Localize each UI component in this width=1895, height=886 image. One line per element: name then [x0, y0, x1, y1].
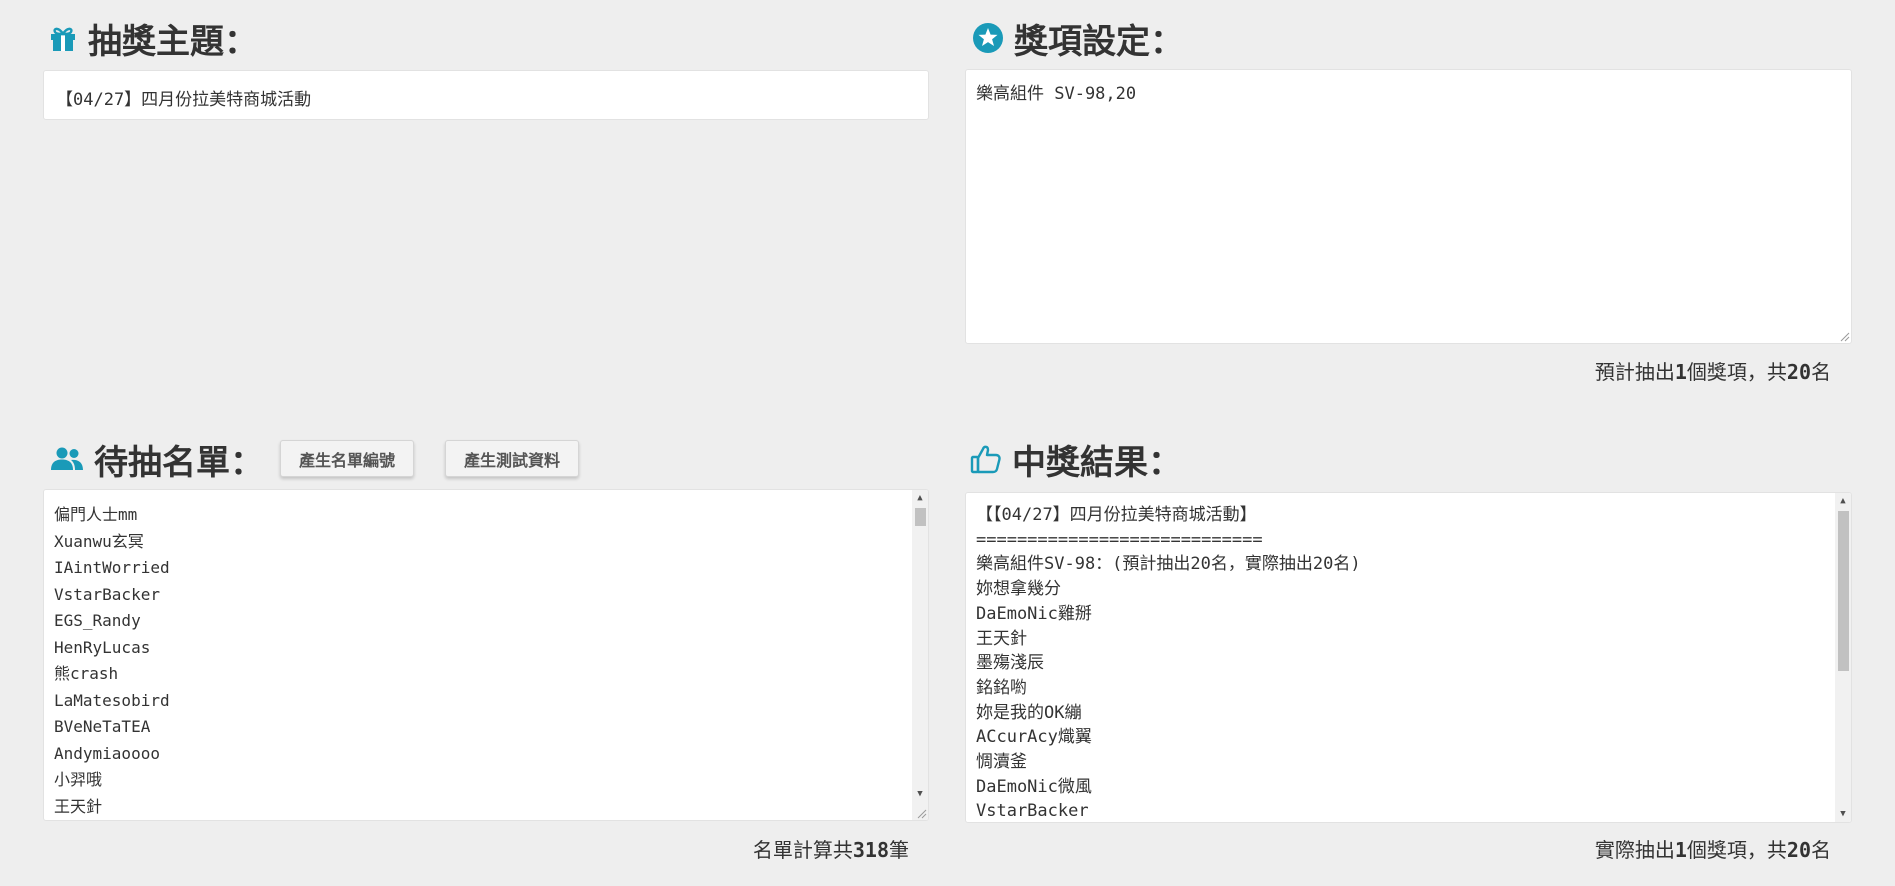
candidate-line: HenRyLucas — [54, 637, 151, 657]
prizes-textarea[interactable]: 樂高組件 SV-98,20 — [965, 69, 1852, 344]
candidate-line: BVeNeTaTEA — [54, 717, 151, 736]
result-line: 墨殤淺辰 — [976, 653, 1044, 674]
scroll-up-icon[interactable]: ▲ — [912, 490, 928, 506]
prizes-lines: 樂高組件 SV-98,20 — [976, 82, 1841, 106]
thumbs-up-icon — [970, 443, 1002, 475]
generate-test-data-button[interactable]: 產生測試資料 — [445, 440, 579, 477]
candidate-line: 偏門人士mm — [54, 505, 138, 524]
results-textarea[interactable]: 【【04/27】四月份拉美特商城活動】 =====================… — [965, 492, 1852, 823]
results-heading: 中獎結果： — [970, 437, 1182, 483]
result-line: 【【04/27】四月份拉美特商城活動】 — [976, 505, 1257, 525]
results-scrollbar[interactable]: ▲ ▼ — [1835, 493, 1851, 822]
resize-grip-icon[interactable] — [1838, 330, 1850, 342]
resize-grip-icon[interactable] — [915, 807, 927, 819]
theme-input-value: 【04/27】四月份拉美特商城活動 — [56, 90, 312, 110]
theme-heading: 抽獎主題： — [48, 16, 258, 62]
theme-input[interactable]: 【04/27】四月份拉美特商城活動 — [43, 70, 929, 120]
result-line: 樂高組件SV-98：(預計抽出20名，實際抽出20名) — [976, 554, 1361, 575]
prizes-summary: 預計抽出1個獎項，共20名 — [1594, 360, 1831, 384]
result-line: 惆瀆釜 — [976, 752, 1027, 773]
scroll-down-icon[interactable]: ▼ — [1835, 806, 1851, 822]
candidate-line: Xuanwu玄冥 — [54, 531, 144, 551]
candidate-line: 熊crash — [54, 664, 119, 683]
result-line: DaEmoNic雞掰 — [976, 603, 1092, 624]
result-line: 王天針 — [976, 628, 1027, 649]
star-icon — [972, 22, 1004, 54]
users-icon — [50, 446, 84, 472]
generate-numbers-button[interactable]: 產生名單編號 — [280, 440, 414, 477]
results-scroll-thumb[interactable] — [1838, 511, 1849, 671]
candidate-line: 小羿哦 — [54, 770, 103, 789]
candidate-line: 王天針 — [54, 796, 103, 816]
theme-title: 抽獎主題： — [88, 21, 258, 62]
results-summary: 實際抽出1個獎項，共20名 — [1594, 838, 1831, 862]
results-title: 中獎結果： — [1012, 442, 1182, 483]
candidates-heading: 待抽名單： — [50, 437, 264, 483]
result-line: 妳想拿幾分 — [976, 579, 1061, 600]
candidates-scrollbar[interactable]: ▲ ▼ — [912, 490, 928, 820]
candidate-line: LaMatesobird — [54, 690, 170, 710]
result-line: 銘銘喲 — [976, 677, 1027, 698]
candidate-line: Andymiaoooo — [54, 743, 160, 763]
prizes-heading: 獎項設定： — [972, 16, 1184, 62]
gift-icon — [48, 23, 78, 53]
candidates-summary: 名單計算共318筆 — [752, 838, 909, 862]
prize-line: 樂高組件 SV-98,20 — [976, 84, 1137, 104]
scroll-up-icon[interactable]: ▲ — [1835, 493, 1851, 509]
candidate-line: IAintWorried — [54, 558, 170, 577]
prizes-title: 獎項設定： — [1014, 21, 1184, 62]
candidates-scroll-thumb[interactable] — [915, 508, 926, 526]
result-line: ============================ — [976, 529, 1263, 550]
result-line: DaEmoNic微風 — [976, 776, 1092, 797]
candidates-textarea[interactable]: 偏門人士mm Xuanwu玄冥 IAintWorried VstarBacker EGS… — [43, 489, 929, 821]
candidates-lines: 偏門人士mm Xuanwu玄冥 IAintWorried VstarBacker EGS… — [54, 502, 918, 820]
candidates-title: 待抽名單： — [94, 442, 264, 483]
result-line: ACcurAcy熾翼 — [976, 727, 1092, 748]
result-line: VstarBacker — [976, 801, 1089, 822]
scroll-down-icon[interactable]: ▼ — [912, 786, 928, 802]
results-lines: 【【04/27】四月份拉美特商城活動】 =====================… — [976, 503, 1841, 822]
candidate-line: VstarBacker — [54, 584, 160, 604]
candidate-line: EGS_Randy — [54, 611, 141, 630]
result-line: 妳是我的OK繃 — [976, 702, 1082, 723]
